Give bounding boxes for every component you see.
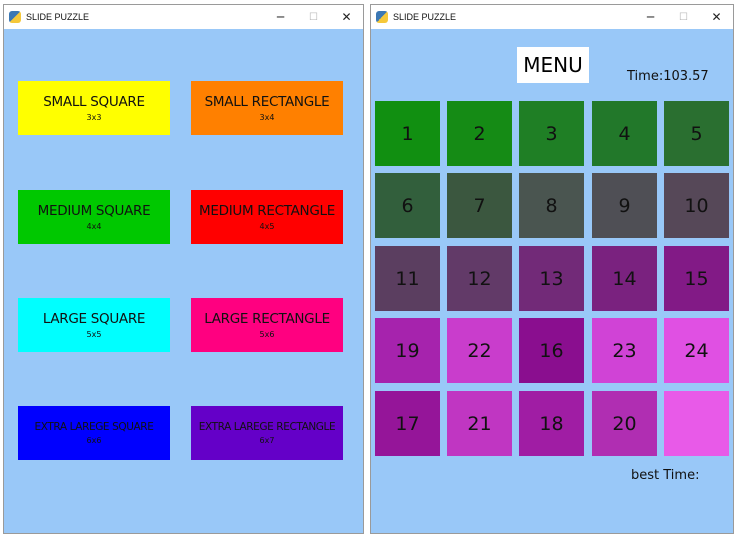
puzzle-tile[interactable]: 6 [375, 173, 440, 238]
title-bar[interactable]: SLIDE PUZZLE ─ ☐ ✕ [4, 5, 363, 29]
empty-tile-slot[interactable] [664, 391, 729, 456]
button-label: EXTRA LAREGE RECTANGLE [198, 421, 336, 433]
puzzle-tile[interactable]: 10 [664, 173, 729, 238]
large-rectangle-button[interactable]: LARGE RECTANGLE 5x6 [191, 298, 343, 352]
button-size: 4x4 [86, 222, 102, 231]
puzzle-tile[interactable]: 17 [375, 391, 440, 456]
puzzle-tile[interactable]: 24 [664, 318, 729, 383]
button-label: EXTRA LAREGE SQUARE [34, 421, 154, 433]
button-size: 3x3 [86, 113, 102, 122]
puzzle-tile[interactable]: 12 [447, 246, 512, 311]
timer-readout: Time:103.57 [627, 69, 709, 84]
puzzle-tile[interactable]: 22 [447, 318, 512, 383]
button-size: 4x5 [259, 222, 275, 231]
menu-window: SLIDE PUZZLE ─ ☐ ✕ SMALL SQUARE 3x3 SMAL… [3, 4, 364, 534]
medium-rectangle-button[interactable]: MEDIUM RECTANGLE 4x5 [191, 190, 343, 244]
puzzle-tile[interactable]: 15 [664, 246, 729, 311]
python-app-icon [9, 11, 21, 23]
puzzle-tile[interactable]: 7 [447, 173, 512, 238]
small-rectangle-button[interactable]: SMALL RECTANGLE 3x4 [191, 81, 343, 135]
game-window: SLIDE PUZZLE ─ ☐ ✕ MENU Time:103.57 1 2 … [370, 4, 734, 534]
extra-large-square-button[interactable]: EXTRA LAREGE SQUARE 6x6 [18, 406, 170, 460]
puzzle-tile[interactable]: 20 [592, 391, 657, 456]
puzzle-tile[interactable]: 1 [375, 101, 440, 166]
maximize-button[interactable]: ☐ [667, 5, 700, 29]
puzzle-tile[interactable]: 8 [519, 173, 584, 238]
window-title: SLIDE PUZZLE [26, 12, 90, 22]
window-title: SLIDE PUZZLE [393, 12, 457, 22]
extra-large-rectangle-button[interactable]: EXTRA LAREGE RECTANGLE 6x7 [191, 406, 343, 460]
puzzle-tile[interactable]: 2 [447, 101, 512, 166]
medium-square-button[interactable]: MEDIUM SQUARE 4x4 [18, 190, 170, 244]
button-size: 5x6 [259, 330, 275, 339]
puzzle-tile[interactable]: 13 [519, 246, 584, 311]
puzzle-tile[interactable]: 18 [519, 391, 584, 456]
puzzle-tile[interactable]: 14 [592, 246, 657, 311]
puzzle-tile[interactable]: 11 [375, 246, 440, 311]
minimize-button[interactable]: ─ [634, 5, 667, 29]
button-label: SMALL RECTANGLE [204, 94, 330, 110]
puzzle-tile[interactable]: 3 [519, 101, 584, 166]
small-square-button[interactable]: SMALL SQUARE 3x3 [18, 81, 170, 135]
puzzle-tile[interactable]: 5 [664, 101, 729, 166]
best-time-label: best Time: [631, 468, 700, 483]
button-size: 5x5 [86, 330, 102, 339]
menu-button[interactable]: MENU [517, 47, 589, 83]
puzzle-tile[interactable]: 16 [519, 318, 584, 383]
puzzle-tile[interactable]: 4 [592, 101, 657, 166]
puzzle-tile[interactable]: 19 [375, 318, 440, 383]
button-label: LARGE RECTANGLE [204, 311, 330, 327]
puzzle-tile[interactable]: 21 [447, 391, 512, 456]
button-size: 6x7 [259, 436, 275, 445]
puzzle-tile[interactable]: 9 [592, 173, 657, 238]
puzzle-tile[interactable]: 23 [592, 318, 657, 383]
button-size: 6x6 [86, 436, 102, 445]
button-label: LARGE SQUARE [42, 311, 146, 327]
button-size: 3x4 [259, 113, 275, 122]
button-label: MEDIUM SQUARE [37, 203, 151, 219]
large-square-button[interactable]: LARGE SQUARE 5x5 [18, 298, 170, 352]
maximize-button[interactable]: ☐ [297, 5, 330, 29]
close-button[interactable]: ✕ [700, 5, 733, 29]
minimize-button[interactable]: ─ [264, 5, 297, 29]
button-label: SMALL SQUARE [43, 94, 145, 110]
button-label: MEDIUM RECTANGLE [199, 203, 335, 219]
title-bar[interactable]: SLIDE PUZZLE ─ ☐ ✕ [371, 5, 733, 29]
close-button[interactable]: ✕ [330, 5, 363, 29]
python-app-icon [376, 11, 388, 23]
